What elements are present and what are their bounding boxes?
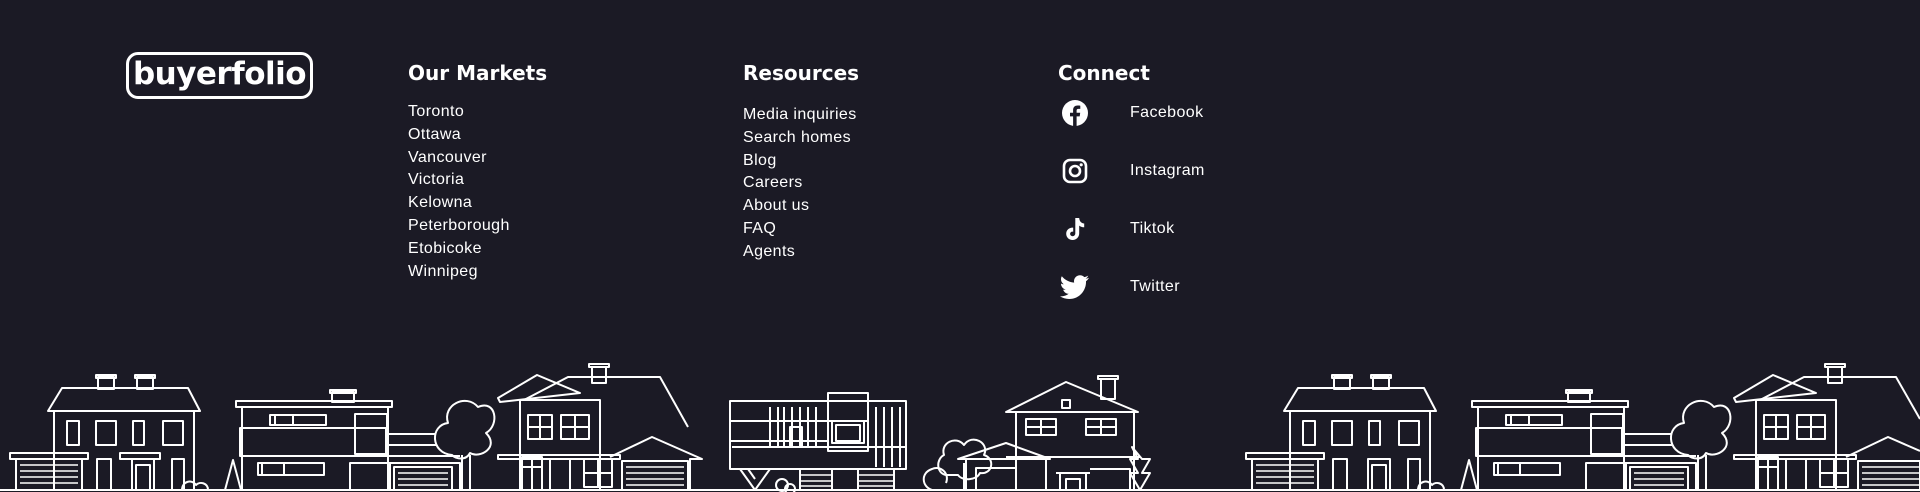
market-link-kelowna[interactable]: Kelowna	[408, 194, 472, 211]
connect-column: Connect Facebook Instagram Tiktok Twitte…	[1058, 60, 1204, 328]
market-link-victoria[interactable]: Victoria	[408, 171, 464, 188]
resources-list: Media inquiries Search homes Blog Career…	[743, 104, 859, 264]
resource-link-blog[interactable]: Blog	[743, 152, 777, 169]
social-item-twitter[interactable]: Twitter	[1058, 270, 1180, 328]
resource-link-about-us[interactable]: About us	[743, 197, 809, 214]
social-item-instagram[interactable]: Instagram	[1058, 154, 1204, 212]
house-illustration	[497, 363, 703, 491]
market-link-ottawa[interactable]: Ottawa	[408, 126, 461, 143]
market-link-peterborough[interactable]: Peterborough	[408, 217, 510, 234]
tree-illustration	[1670, 399, 1732, 490]
market-link-vancouver[interactable]: Vancouver	[408, 149, 487, 166]
tiktok-icon[interactable]	[1058, 212, 1092, 246]
tree-illustration	[181, 459, 242, 491]
markets-heading: Our Markets	[408, 61, 548, 85]
social-link-twitter[interactable]: Twitter	[1130, 278, 1180, 296]
tree-illustration	[922, 438, 993, 491]
social-item-facebook[interactable]: Facebook	[1058, 96, 1203, 154]
house-illustration	[729, 392, 907, 492]
resource-link-faq[interactable]: FAQ	[743, 220, 776, 237]
house-illustration	[1471, 389, 1697, 491]
twitter-icon[interactable]	[1058, 270, 1092, 304]
resource-link-careers[interactable]: Careers	[743, 174, 803, 191]
social-item-tiktok[interactable]: Tiktok	[1058, 212, 1174, 270]
social-link-facebook[interactable]: Facebook	[1130, 104, 1203, 122]
market-link-etobicoke[interactable]: Etobicoke	[408, 240, 482, 257]
social-link-tiktok[interactable]: Tiktok	[1130, 220, 1174, 238]
house-illustration	[1245, 374, 1437, 491]
market-link-winnipeg[interactable]: Winnipeg	[408, 263, 478, 280]
resource-link-media-inquiries[interactable]: Media inquiries	[743, 106, 857, 123]
resource-link-search-homes[interactable]: Search homes	[743, 129, 851, 146]
tree-illustration	[1417, 459, 1478, 491]
house-skyline-illustration	[0, 363, 1920, 492]
house-illustration	[235, 389, 461, 491]
buyerfolio-logo[interactable]: buyerfolio	[126, 52, 313, 99]
social-link-instagram[interactable]: Instagram	[1130, 162, 1205, 180]
market-link-toronto[interactable]: Toronto	[408, 103, 464, 120]
social-list: Facebook Instagram Tiktok Twitter	[1058, 96, 1204, 328]
connect-heading: Connect	[1058, 61, 1150, 85]
resources-column: Resources Media inquiries Search homes B…	[743, 60, 859, 264]
resources-heading: Resources	[743, 61, 860, 85]
instagram-icon[interactable]	[1058, 154, 1092, 188]
resource-link-agents[interactable]: Agents	[743, 243, 795, 260]
facebook-icon[interactable]	[1058, 96, 1092, 130]
house-illustration	[9, 374, 201, 491]
tree-illustration	[434, 399, 496, 490]
house-illustration	[1733, 363, 1920, 491]
markets-list: Toronto Ottawa Vancouver Victoria Kelown…	[408, 101, 547, 283]
markets-column: Our Markets Toronto Ottawa Vancouver Vic…	[408, 60, 547, 283]
